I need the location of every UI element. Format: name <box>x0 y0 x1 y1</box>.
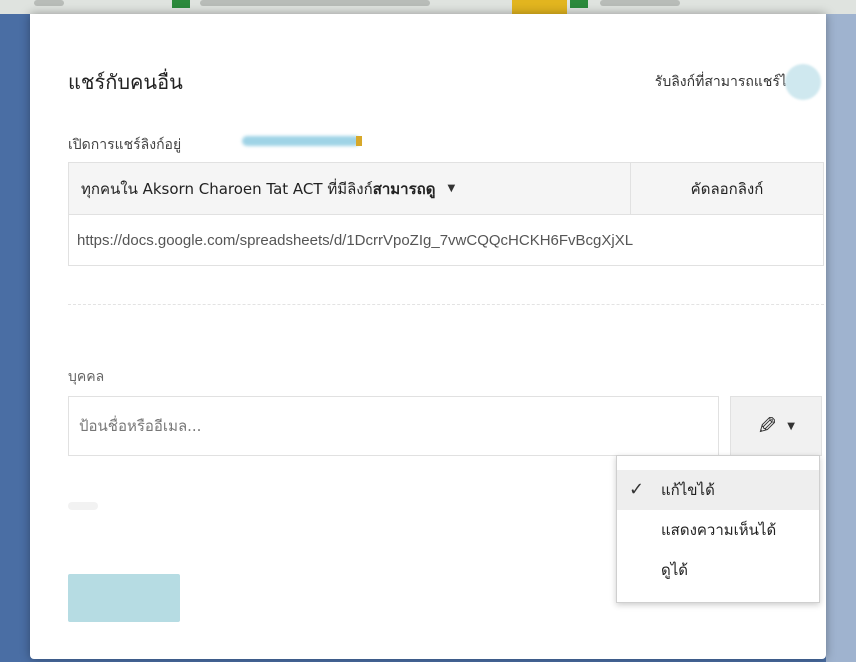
people-input[interactable] <box>68 396 719 456</box>
get-shareable-link[interactable]: รับลิงก์ที่สามารถแชร์ได้ <box>655 71 796 93</box>
blurred-owner-mark <box>356 136 362 146</box>
faded-label <box>68 502 98 510</box>
share-url-field[interactable] <box>69 215 823 265</box>
menu-item-label: แก้ไขได้ <box>661 481 715 499</box>
blurred-owner-name <box>242 136 360 146</box>
people-label: บุคคล <box>68 369 105 385</box>
permission-dropdown-button[interactable]: ✎ ▼ <box>730 396 822 456</box>
caret-down-icon: ▼ <box>447 183 456 194</box>
copy-link-button[interactable]: คัดลอกลิงก์ <box>631 163 823 215</box>
link-sharing-box: ทุกคนใน Aksorn Charoen Tat ACT ที่มีลิงก… <box>68 162 824 266</box>
menu-item-label: ดูได้ <box>661 561 689 579</box>
blurred-tab-text <box>200 0 430 6</box>
send-button[interactable] <box>68 574 180 622</box>
blurred-tab-text <box>34 0 64 6</box>
link-access-dropdown[interactable]: ทุกคนใน Aksorn Charoen Tat ACT ที่มีลิงก… <box>69 163 631 215</box>
access-level: สามารถดู <box>372 179 436 198</box>
menu-item-can-edit[interactable]: ✓ แก้ไขได้ <box>617 470 819 510</box>
background-tab-highlight <box>512 0 567 14</box>
background-tab-bar <box>0 0 856 14</box>
pencil-icon: ✎ <box>757 412 778 440</box>
background-page <box>826 14 856 662</box>
blurred-tab-text <box>600 0 680 6</box>
sheets-icon <box>570 0 588 8</box>
access-prefix: ทุกคนใน Aksorn Charoen Tat ACT ที่มีลิงก… <box>81 179 373 198</box>
permission-menu: ✓ แก้ไขได้ แสดงความเห็นได้ ดูได้ <box>616 455 820 603</box>
section-divider <box>68 304 824 305</box>
caret-down-icon: ▼ <box>787 420 795 432</box>
sheets-icon <box>172 0 190 8</box>
link-sharing-status: เปิดการแชร์ลิงก์อยู่ <box>68 137 182 153</box>
link-icon[interactable] <box>785 64 821 100</box>
dialog-title: แชร์กับคนอื่น <box>68 70 183 94</box>
menu-item-can-comment[interactable]: แสดงความเห็นได้ <box>617 510 819 550</box>
menu-item-can-view[interactable]: ดูได้ <box>617 550 819 590</box>
menu-item-label: แสดงความเห็นได้ <box>661 521 777 539</box>
checkmark-icon: ✓ <box>629 479 645 500</box>
